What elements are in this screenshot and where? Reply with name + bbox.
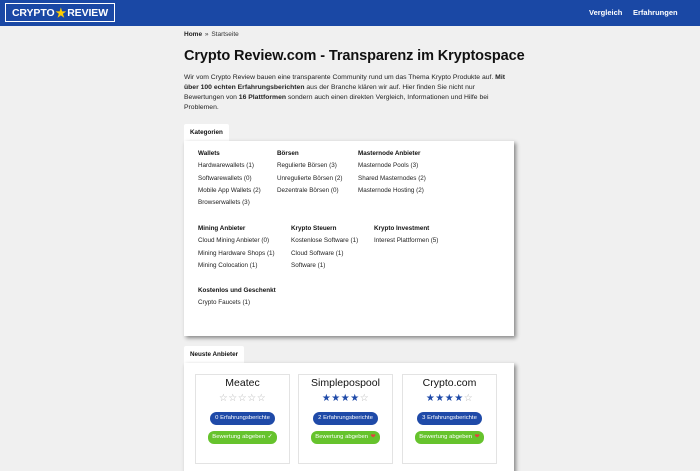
breadcrumb: Home » Startseite (184, 31, 239, 38)
provider-name[interactable]: Meatec (196, 377, 289, 391)
category-link[interactable]: Dezentrale Börsen (0) (277, 185, 342, 197)
category-link[interactable]: Interest Plattformen (5) (374, 235, 438, 247)
rate-button[interactable]: Bewertung abgeben ✓ (208, 431, 277, 444)
category-group-kostenlos: Kostenlos und Geschenkt Crypto Faucets (… (198, 285, 276, 310)
rate-button-label: Bewertung abgeben (315, 434, 369, 440)
nav-erfahrungen-link[interactable]: Erfahrungen (633, 8, 678, 17)
category-group-steuern: Krypto Steuern Kostenlose Software (1) C… (291, 223, 358, 272)
logo-text-right: REVIEW (67, 6, 109, 19)
logo-text-left: CRYPTO (11, 6, 55, 19)
category-link[interactable]: Hardwarewallets (1) (198, 160, 261, 172)
category-link[interactable]: Masternode Pools (3) (358, 160, 426, 172)
star-empty-icon: ☆ (247, 393, 257, 404)
category-group-mining: Mining Anbieter Cloud Mining Anbieter (0… (198, 223, 275, 272)
breadcrumb-home-link[interactable]: Home (184, 31, 202, 38)
rate-button[interactable]: Bewertung abgeben ❤ (311, 431, 380, 444)
reports-button[interactable]: 3 Erfahrungsberichte (417, 412, 482, 425)
category-group-masternode: Masternode Anbieter Masternode Pools (3)… (358, 148, 426, 197)
category-link[interactable]: Cloud Software (1) (291, 248, 358, 260)
category-group-boersen: Börsen Regulierte Börsen (3) Unreguliert… (277, 148, 342, 197)
star-empty-icon: ☆ (359, 393, 370, 404)
star-rating: ★★★★☆ (403, 392, 496, 406)
top-navbar: CRYPTO ★ REVIEW Vergleich Erfahrungen (0, 0, 700, 26)
star-icon: ★ (55, 5, 67, 20)
category-title: Börsen (277, 150, 299, 157)
star-filled-icon: ★ (321, 393, 332, 404)
star-empty-icon: ☆ (463, 393, 474, 404)
star-empty-icon: ☆ (218, 393, 229, 404)
heart-icon: ❤ (370, 434, 376, 440)
category-title: Krypto Steuern (291, 225, 337, 232)
categories-panel: Wallets Hardwarewallets (1) Softwarewall… (184, 141, 514, 336)
tab-neuste-anbieter[interactable]: Neuste Anbieter (184, 346, 245, 363)
category-link[interactable]: Kostenlose Software (1) (291, 235, 358, 247)
intro-text-1: Wir vom Crypto Review bauen eine transpa… (184, 74, 494, 81)
category-link[interactable]: Mining Hardware Shops (1) (198, 248, 275, 260)
nav-vergleich-link[interactable]: Vergleich (589, 8, 622, 17)
rate-button-label: Bewertung abgeben (212, 434, 266, 440)
star-rating: ★★★★☆ (299, 392, 392, 406)
intro-paragraph: Wir vom Crypto Review bauen eine transpa… (184, 73, 514, 113)
star-filled-icon: ★ (425, 393, 436, 404)
rate-button-label: Bewertung abgeben (419, 434, 473, 440)
provider-card: Meatec ☆☆☆☆☆ 0 Erfahrungsberichte Bewert… (195, 374, 290, 464)
provider-name[interactable]: Simplepospool (299, 377, 392, 391)
category-title: Krypto Investment (374, 225, 430, 232)
tab-kategorien[interactable]: Kategorien (184, 124, 229, 141)
category-group-investment: Krypto Investment Interest Plattformen (… (374, 223, 438, 248)
heart-icon: ❤ (474, 434, 480, 440)
star-filled-icon: ★ (350, 393, 360, 404)
star-filled-icon: ★ (454, 393, 464, 404)
category-link[interactable]: Browserwallets (3) (198, 197, 261, 209)
providers-panel: Meatec ☆☆☆☆☆ 0 Erfahrungsberichte Bewert… (184, 363, 514, 471)
category-title: Mining Anbieter (198, 225, 246, 232)
category-link[interactable]: Mobile App Wallets (2) (198, 185, 261, 197)
intro-bold-2: 16 Plattformen (238, 94, 287, 101)
category-title: Masternode Anbieter (358, 150, 421, 157)
breadcrumb-current: Startseite (211, 31, 239, 38)
category-title: Kostenlos und Geschenkt (198, 287, 276, 294)
category-link[interactable]: Mining Colocation (1) (198, 260, 275, 272)
category-link[interactable]: Unregulierte Börsen (2) (277, 173, 342, 185)
star-filled-icon: ★ (340, 393, 351, 404)
star-empty-icon: ☆ (228, 393, 238, 404)
category-link[interactable]: Softwarewallets (0) (198, 173, 261, 185)
reports-button[interactable]: 2 Erfahrungsberichte (313, 412, 378, 425)
category-link[interactable]: Masternode Hosting (2) (358, 185, 426, 197)
provider-card: Crypto.com ★★★★☆ 3 Erfahrungsberichte Be… (402, 374, 497, 464)
category-group-wallets: Wallets Hardwarewallets (1) Softwarewall… (198, 148, 261, 209)
reports-button[interactable]: 0 Erfahrungsberichte (210, 412, 275, 425)
page-title: Crypto Review.com - Transparenz im Krypt… (184, 48, 525, 64)
category-link[interactable]: Crypto Faucets (1) (198, 297, 276, 309)
category-link[interactable]: Regulierte Börsen (3) (277, 160, 342, 172)
check-icon: ✓ (267, 434, 273, 440)
star-rating: ☆☆☆☆☆ (196, 392, 289, 406)
category-title: Wallets (198, 150, 220, 157)
breadcrumb-separator: » (204, 31, 209, 38)
category-link[interactable]: Cloud Mining Anbieter (0) (198, 235, 275, 247)
category-link[interactable]: Shared Masternodes (2) (358, 173, 426, 185)
category-link[interactable]: Software (1) (291, 260, 358, 272)
site-logo[interactable]: CRYPTO ★ REVIEW (5, 3, 115, 22)
star-filled-icon: ★ (435, 393, 445, 404)
provider-card: Simplepospool ★★★★☆ 2 Erfahrungsberichte… (298, 374, 393, 464)
star-empty-icon: ☆ (256, 393, 267, 404)
rate-button[interactable]: Bewertung abgeben ❤ (415, 431, 484, 444)
star-empty-icon: ☆ (237, 393, 248, 404)
provider-name[interactable]: Crypto.com (403, 377, 496, 391)
star-filled-icon: ★ (444, 393, 455, 404)
star-filled-icon: ★ (331, 393, 341, 404)
